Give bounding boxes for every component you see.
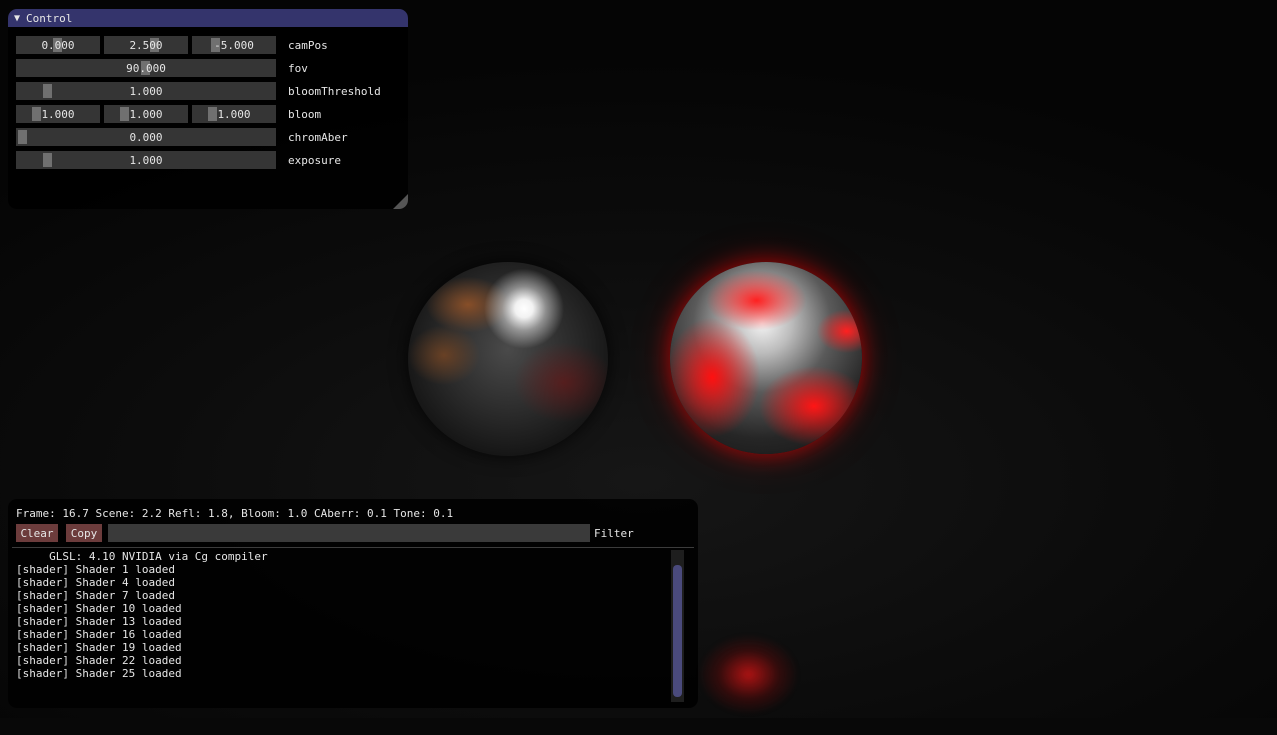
slider-grab[interactable] [43, 84, 52, 98]
clear-button[interactable]: Clear [16, 524, 58, 542]
bloom-threshold-slider[interactable]: 1.000 [16, 82, 276, 100]
bloom-g-slider[interactable]: 1.000 [104, 105, 188, 123]
log-line: [shader] Shader 16 loaded [16, 628, 182, 641]
bloom-row: 1.000 1.000 1.000 bloom [16, 105, 321, 123]
log-line: [shader] Shader 22 loaded [16, 654, 182, 667]
slider-value: 0.000 [129, 130, 163, 144]
campos-y-slider[interactable]: 2.500 [104, 36, 188, 54]
log-line: [shader] Shader 4 loaded [16, 576, 175, 589]
log-line: [shader] Shader 13 loaded [16, 615, 182, 628]
chromaber-row: 0.000 chromAber [16, 128, 348, 146]
exposure-label: exposure [288, 153, 341, 167]
log-scrollbar[interactable] [671, 550, 684, 702]
log-line: [shader] Shader 19 loaded [16, 641, 182, 654]
bloom-label: bloom [288, 107, 322, 121]
log-line: [shader] Shader 10 loaded [16, 602, 182, 615]
fov-slider[interactable]: 90.000 [16, 59, 276, 77]
log-line: GLSL: 4.10 NVIDIA via Cg compiler [16, 550, 268, 563]
slider-value: 0.000 [41, 38, 75, 52]
control-window: ▼ Control 0.000 2.500 -5.000 camPos 90.0… [8, 9, 408, 209]
slider-grab[interactable] [208, 107, 217, 121]
control-window-titlebar[interactable]: ▼ Control [8, 9, 408, 27]
chromaber-label: chromAber [288, 130, 348, 144]
slider-grab[interactable] [120, 107, 129, 121]
filter-input[interactable] [108, 524, 590, 542]
slider-value: 1.000 [217, 107, 251, 121]
earth-sphere-reflective [408, 262, 608, 456]
log-lines: GLSL: 4.10 NVIDIA via Cg compiler [shade… [16, 550, 268, 680]
bloom-threshold-row: 1.000 bloomThreshold [16, 82, 381, 100]
slider-value: 1.000 [41, 107, 75, 121]
log-window: Frame: 16.7 Scene: 2.2 Refl: 1.8, Bloom:… [8, 499, 698, 708]
bloom-threshold-label: bloomThreshold [288, 84, 381, 98]
log-line: [shader] Shader 7 loaded [16, 589, 175, 602]
slider-grab[interactable] [18, 130, 27, 144]
log-line: [shader] Shader 25 loaded [16, 667, 182, 680]
slider-value: 1.000 [129, 107, 163, 121]
fov-label: fov [288, 61, 308, 75]
exposure-row: 1.000 exposure [16, 151, 341, 169]
log-output[interactable]: GLSL: 4.10 NVIDIA via Cg compiler [shade… [12, 547, 694, 706]
bloom-b-slider[interactable]: 1.000 [192, 105, 276, 123]
filter-label: Filter [594, 527, 634, 540]
slider-value: 2.500 [129, 38, 163, 52]
control-window-title: Control [26, 11, 73, 25]
copy-button[interactable]: Copy [66, 524, 102, 542]
fov-row: 90.000 fov [16, 59, 308, 77]
frame-stats: Frame: 16.7 Scene: 2.2 Refl: 1.8, Bloom:… [16, 507, 454, 520]
slider-value: 1.000 [129, 153, 163, 167]
bloom-r-slider[interactable]: 1.000 [16, 105, 100, 123]
slider-value: 90.000 [126, 61, 166, 75]
slider-grab[interactable] [32, 107, 41, 121]
exposure-slider[interactable]: 1.000 [16, 151, 276, 169]
campos-label: camPos [288, 38, 328, 52]
floor-reflection [690, 625, 820, 735]
slider-value: 1.000 [129, 84, 163, 98]
campos-z-slider[interactable]: -5.000 [192, 36, 276, 54]
log-scrollbar-thumb[interactable] [673, 565, 682, 697]
slider-grab[interactable] [43, 153, 52, 167]
campos-row: 0.000 2.500 -5.000 camPos [16, 36, 328, 54]
chromaber-slider[interactable]: 0.000 [16, 128, 276, 146]
earth-sphere-emissive [670, 262, 862, 454]
campos-x-slider[interactable]: 0.000 [16, 36, 100, 54]
slider-value: -5.000 [214, 38, 254, 52]
log-line: [shader] Shader 1 loaded [16, 563, 175, 576]
collapse-arrow-icon[interactable]: ▼ [14, 13, 20, 24]
